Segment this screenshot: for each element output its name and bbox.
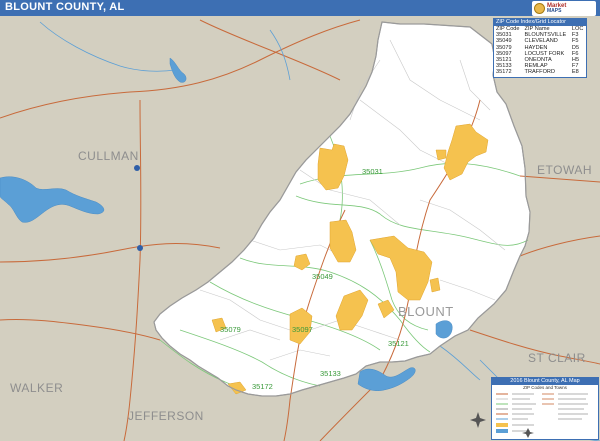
zip-label-35172: 35172 [252,382,273,391]
zip-label-35097: 35097 [292,325,313,334]
legend-symbols [496,393,588,438]
county-label-cullman: CULLMAN [78,149,139,163]
logo-text-2: MAPS [547,8,562,14]
zip-label-35079: 35079 [220,325,241,334]
logo-seal-icon [534,3,545,14]
market-maps-logo: Market MAPS [532,1,596,16]
town-east-mid [429,277,441,293]
zip-label-35049: 35049 [312,272,333,281]
zip-index-table: ZIP Code ZIP Name LOC 35031 BLOUNTSVILLE… [494,26,586,76]
pond-east [435,320,453,339]
zip-index-row: 35079 HAYDEN D5 [494,45,586,51]
map-frame: BLOUNT COUNTY, AL Market MAPS CULLMAN ET… [0,0,600,441]
county-label-blount: BLOUNT [398,304,454,319]
map-legend-panel: 2016 Blount County, AL Map ZIP Codes and… [491,377,599,440]
zip-label-35031: 35031 [362,167,383,176]
zip-index-title: ZIP Code Index/Grid Locator [494,19,586,26]
county-label-walker: WALKER [10,381,63,395]
legend-title: 2016 Blount County, AL Map [492,378,598,385]
legend-compass-icon [522,428,534,438]
zip-code-index-panel: ZIP Code Index/Grid Locator ZIP Code ZIP… [493,18,587,78]
town-east-small [435,149,447,161]
zip-code-cell: 35172 [496,69,512,76]
zip-name-cell: TRAFFORD [524,69,555,76]
zip-loc-cell: E8 [571,69,579,76]
zip-label-35133: 35133 [320,369,341,378]
county-label-jefferson: JEFFERSON [128,409,204,423]
zip-index-row: 35049 CLEVELAND F5 [494,38,586,44]
zip-index-row: 35172 TRAFFORD E8 [494,69,586,75]
county-label-st-clair: ST CLAIR [528,351,586,365]
title-bar: BLOUNT COUNTY, AL Market MAPS [0,0,600,16]
zip-label-35121: 35121 [388,339,409,348]
county-label-etowah: ETOWAH [537,163,592,177]
map-title: BLOUNT COUNTY, AL [5,1,125,13]
